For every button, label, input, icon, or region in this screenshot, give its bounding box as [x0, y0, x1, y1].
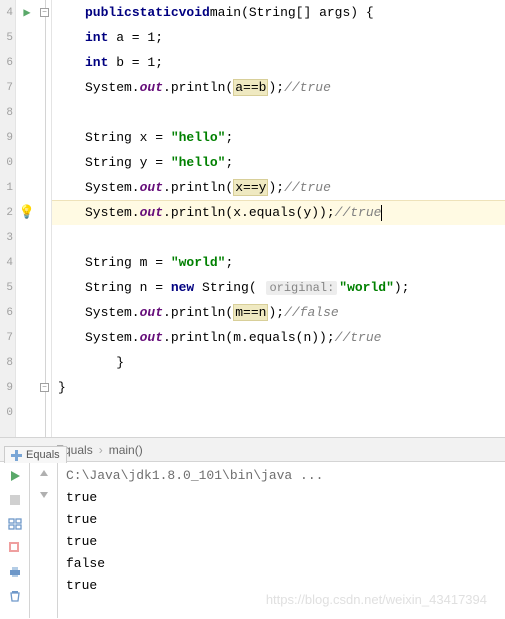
line-number: 4	[0, 0, 15, 25]
code-line: String y = "hello";	[52, 150, 505, 175]
console-line: true	[66, 490, 497, 512]
console-side-toolbar	[30, 462, 58, 618]
breadcrumb-method: main()	[109, 443, 143, 457]
code-line: System.out.println(m==n); //false	[52, 300, 505, 325]
console-line: true	[66, 578, 497, 600]
line-number: 8	[0, 100, 15, 125]
line-number: 8	[0, 350, 15, 375]
line-number: 1	[0, 175, 15, 200]
code-line	[52, 225, 505, 250]
gutter-icons: ▶ 💡	[16, 0, 38, 437]
fold-handle-icon[interactable]: −	[40, 8, 49, 17]
line-number: 0	[0, 400, 15, 425]
line-number: 7	[0, 325, 15, 350]
line-number: 0	[0, 150, 15, 175]
run-config-icon	[11, 450, 22, 461]
pin-button[interactable]	[7, 540, 23, 556]
code-line: }	[52, 375, 505, 400]
stop-button[interactable]	[7, 492, 23, 508]
parameter-hint: original:	[266, 281, 337, 295]
code-line: System.out.println(x==y); //true	[52, 175, 505, 200]
line-number: 4	[0, 250, 15, 275]
line-number: 5	[0, 25, 15, 50]
trash-button[interactable]	[7, 588, 23, 604]
code-line-active: System.out.println(x.equals(y));//true	[52, 200, 505, 225]
line-number: 9	[0, 125, 15, 150]
code-text-area[interactable]: public static void main(String[] args) {…	[52, 0, 505, 437]
breadcrumb[interactable]: Equals › main()	[0, 438, 505, 462]
fold-handle-icon[interactable]: −	[40, 383, 49, 392]
line-number: 5	[0, 275, 15, 300]
intention-bulb-icon[interactable]: 💡	[19, 205, 35, 220]
console-line: false	[66, 556, 497, 578]
layout-button[interactable]	[7, 516, 23, 532]
code-line: String x = "hello";	[52, 125, 505, 150]
console-line: true	[66, 534, 497, 556]
line-number: 9	[0, 375, 15, 400]
text-cursor	[381, 205, 382, 221]
run-toolbar	[0, 462, 30, 618]
scroll-up-button[interactable]	[38, 468, 50, 480]
code-line: String m = "world";	[52, 250, 505, 275]
console-line: true	[66, 512, 497, 534]
code-line: public static void main(String[] args) {	[52, 0, 505, 25]
code-line: }	[52, 350, 505, 375]
code-line: System.out.println(a==b); //true	[52, 75, 505, 100]
run-tab[interactable]: Equals	[4, 446, 67, 463]
code-line: String n = new String( original: "world"…	[52, 275, 505, 300]
scroll-down-button[interactable]	[38, 488, 50, 500]
chevron-right-icon: ›	[99, 443, 103, 457]
fold-gutter: − −	[38, 0, 52, 437]
print-button[interactable]	[7, 564, 23, 580]
code-line	[52, 100, 505, 125]
console-output[interactable]: C:\Java\jdk1.8.0_101\bin\java ... true t…	[58, 462, 505, 618]
line-number: 2	[0, 200, 15, 225]
code-line: System.out.println(m.equals(n));//true	[52, 325, 505, 350]
code-line: int a = 1;	[52, 25, 505, 50]
console-command: C:\Java\jdk1.8.0_101\bin\java ...	[66, 468, 497, 490]
line-number: 7	[0, 75, 15, 100]
rerun-button[interactable]	[7, 468, 23, 484]
run-tool-window: C:\Java\jdk1.8.0_101\bin\java ... true t…	[0, 462, 505, 618]
code-editor: 4 5 6 7 8 9 0 1 2 3 4 5 6 7 8 9 0 ▶ 💡 − …	[0, 0, 505, 438]
run-gutter-icon[interactable]: ▶	[23, 5, 30, 20]
line-number: 3	[0, 225, 15, 250]
line-number-gutter: 4 5 6 7 8 9 0 1 2 3 4 5 6 7 8 9 0	[0, 0, 16, 437]
line-number: 6	[0, 300, 15, 325]
code-line: int b = 1;	[52, 50, 505, 75]
line-number: 6	[0, 50, 15, 75]
